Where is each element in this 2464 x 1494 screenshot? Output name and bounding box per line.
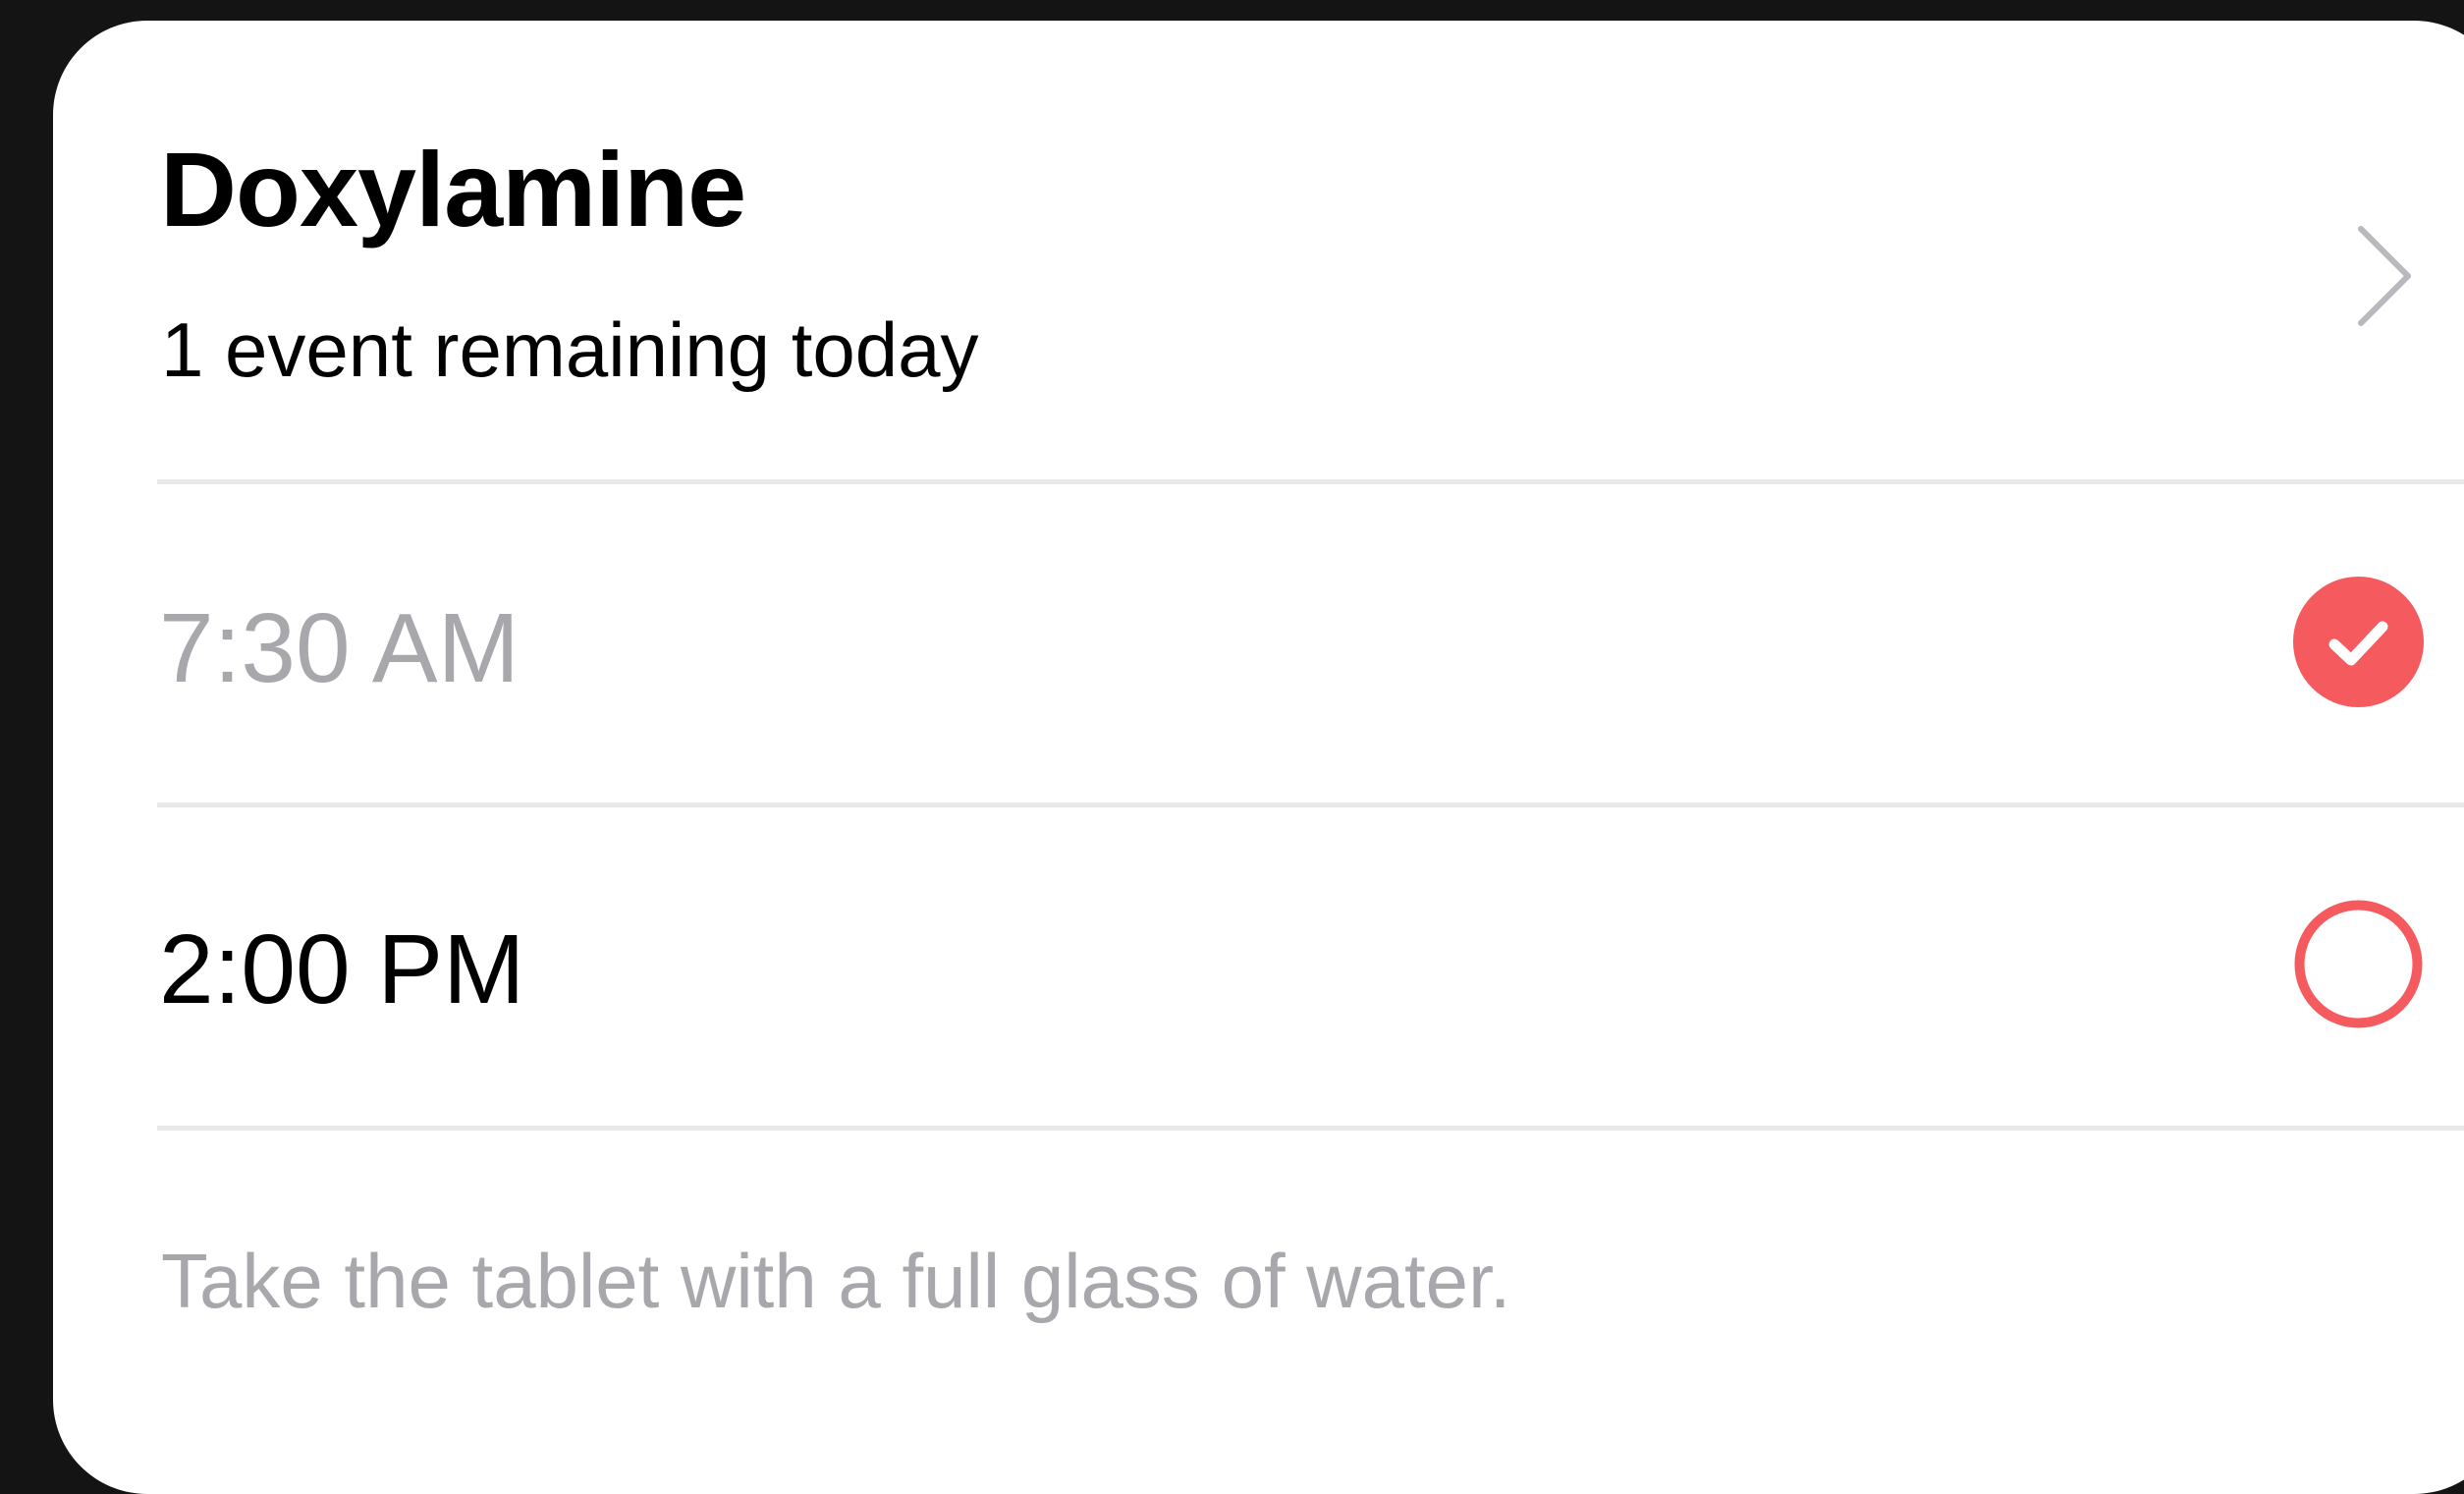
event-time: 7:30 AM	[159, 593, 520, 703]
medication-card: Doxylamine 1 event remaining today 7:30 …	[53, 21, 2464, 1494]
instructions-note: Take the tablet with a full glass of wat…	[161, 1238, 1511, 1324]
checkmark-filled-circle-icon[interactable]	[2293, 577, 2424, 707]
event-row-afternoon[interactable]: 2:00 PM	[53, 807, 2464, 1122]
event-time: 2:00 PM	[159, 914, 525, 1024]
empty-circle-icon[interactable]	[2293, 899, 2424, 1029]
medication-name: Doxylamine	[160, 130, 746, 249]
event-row-morning[interactable]: 7:30 AM	[53, 484, 2464, 799]
medication-header[interactable]: Doxylamine 1 event remaining today	[53, 21, 2464, 502]
divider	[157, 1126, 2464, 1131]
events-remaining-text: 1 event remaining today	[161, 306, 979, 393]
chevron-right-icon[interactable]	[2341, 217, 2420, 335]
